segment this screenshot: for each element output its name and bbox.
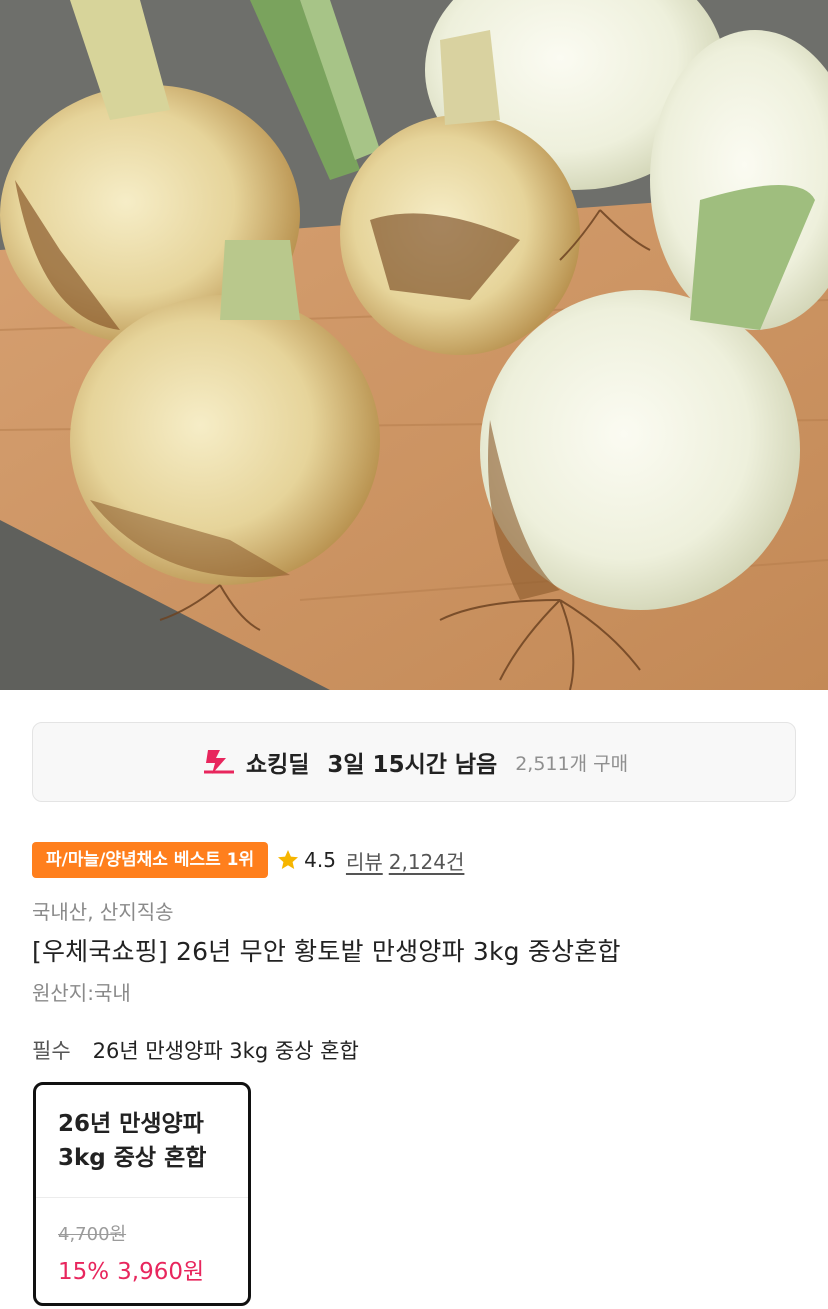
sale-price-line: 15% 3,960원 [58,1252,248,1286]
shocking-deal-bar[interactable]: 쇼킹딜 3일 15시간 남음 2,511개 구매 [32,722,796,802]
product-origin: 원산지:국내 [32,981,131,1005]
option-card-prices: 4,700원 15% 3,960원 [36,1198,248,1286]
option-card-selected[interactable]: 26년 만생양파 3kg 중상 혼합 4,700원 15% 3,960원 [33,1082,251,1306]
deal-time-left: 3일 15시간 남음 [327,752,498,778]
option-required-label: 필수 [32,1039,71,1063]
discount-rate: 15% [58,1259,110,1285]
option-card-name-line1: 26년 만생양파 [58,1111,204,1137]
product-title: [우체국쇼핑] 26년 무안 황토밭 만생양파 3kg 중상혼합 [32,937,621,966]
rating-score: 4.5 [304,848,336,872]
option-summary: 필수 26년 만생양파 3kg 중상 혼합 [32,1035,359,1065]
badge-rating-row: 파/마늘/양념채소 베스트 1위 4.5 리뷰 2,124건 [32,842,464,878]
deal-purchase-count: 2,511개 구매 [515,752,629,775]
product-tag: 국내산, 산지직송 [32,900,174,924]
option-name: 26년 만생양파 3kg 중상 혼합 [92,1039,359,1063]
option-card-name: 26년 만생양파 3kg 중상 혼합 [36,1085,248,1197]
deal-title: 쇼킹딜 [245,752,310,778]
star-icon [278,850,299,869]
sale-price: 3,960원 [117,1259,205,1285]
product-image[interactable] [0,0,828,690]
review-label: 리뷰 [345,849,383,874]
original-price: 4,700원 [58,1224,127,1245]
review-link[interactable]: 리뷰 2,124건 [346,846,464,875]
best-seller-badge[interactable]: 파/마늘/양념채소 베스트 1위 [32,842,269,878]
shocking-deal-icon [203,750,234,774]
option-card-name-line2: 3kg 중상 혼합 [58,1145,207,1171]
review-count: 2,124건 [388,849,465,874]
